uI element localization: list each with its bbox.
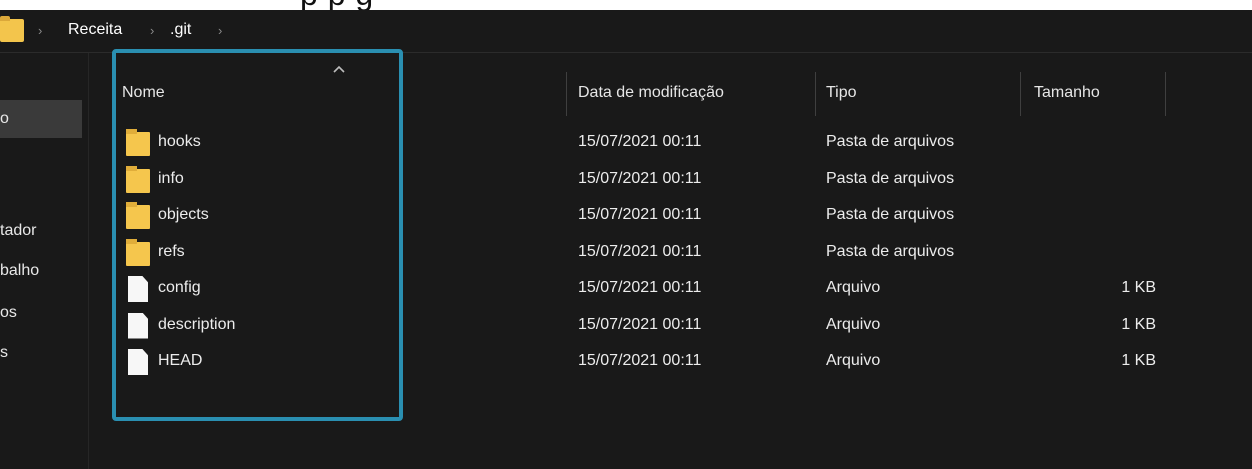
file-type: Pasta de arquivos (826, 206, 955, 223)
file-date-modified: 15/07/2021 00:11 (578, 279, 702, 296)
breadcrumb-item-receita[interactable]: Receita (68, 21, 122, 39)
nav-item-label: s (0, 344, 8, 361)
file-type: Pasta de arquivos (826, 242, 955, 260)
file-type: Pasta de arquivos (826, 133, 955, 150)
nav-item[interactable]: os (0, 304, 17, 322)
file-type: Arquivo (826, 352, 881, 369)
file-date-modified: 15/07/2021 00:11 (578, 133, 702, 150)
file-size: 1 KB (1121, 279, 1156, 296)
file-date-modified: 15/07/2021 00:11 (578, 242, 702, 260)
chevron-right-icon: › (150, 23, 155, 38)
column-divider[interactable] (566, 72, 567, 116)
folder-icon (0, 16, 24, 42)
chevron-right-icon: › (38, 23, 43, 38)
file-explorer-window: p p g › Receita › .git › o tador balho o… (0, 0, 1252, 469)
file-type: Pasta de arquivos (826, 169, 955, 187)
column-divider[interactable] (815, 72, 816, 116)
nav-item[interactable]: tador (0, 222, 36, 240)
file-type: Arquivo (826, 279, 881, 296)
nav-item[interactable]: balho (0, 262, 39, 280)
file-date-modified: 15/07/2021 00:11 (578, 206, 702, 223)
column-divider[interactable] (1165, 72, 1166, 116)
nav-item-selected[interactable]: o (0, 100, 82, 138)
nav-item-label: balho (0, 262, 40, 279)
nav-item-label: o (0, 110, 9, 127)
nav-item-label: os (0, 304, 17, 321)
file-date-modified: 15/07/2021 00:11 (578, 169, 702, 187)
navigation-pane: o tador balho os s (0, 53, 89, 469)
file-date-modified: 15/07/2021 00:11 (578, 352, 702, 369)
chevron-right-icon[interactable]: › (218, 23, 222, 38)
nav-item-label: tador (0, 222, 37, 239)
file-date-modified: 15/07/2021 00:11 (578, 315, 702, 333)
banner-text: p p g (300, 0, 374, 10)
column-divider[interactable] (1020, 72, 1021, 116)
file-type: Arquivo (826, 315, 881, 333)
file-size: 1 KB (1121, 315, 1156, 333)
column-header-size[interactable]: Tamanho (1034, 84, 1100, 102)
nav-item[interactable]: s (0, 344, 8, 362)
breadcrumb-item-git[interactable]: .git (170, 21, 191, 39)
file-size: 1 KB (1121, 352, 1156, 369)
column-header-date[interactable]: Data de modificação (578, 84, 724, 102)
highlight-box (112, 49, 403, 421)
column-header-type[interactable]: Tipo (826, 84, 857, 102)
top-banner: p p g (0, 0, 1252, 10)
address-bar[interactable]: › Receita › .git › (0, 10, 1252, 53)
